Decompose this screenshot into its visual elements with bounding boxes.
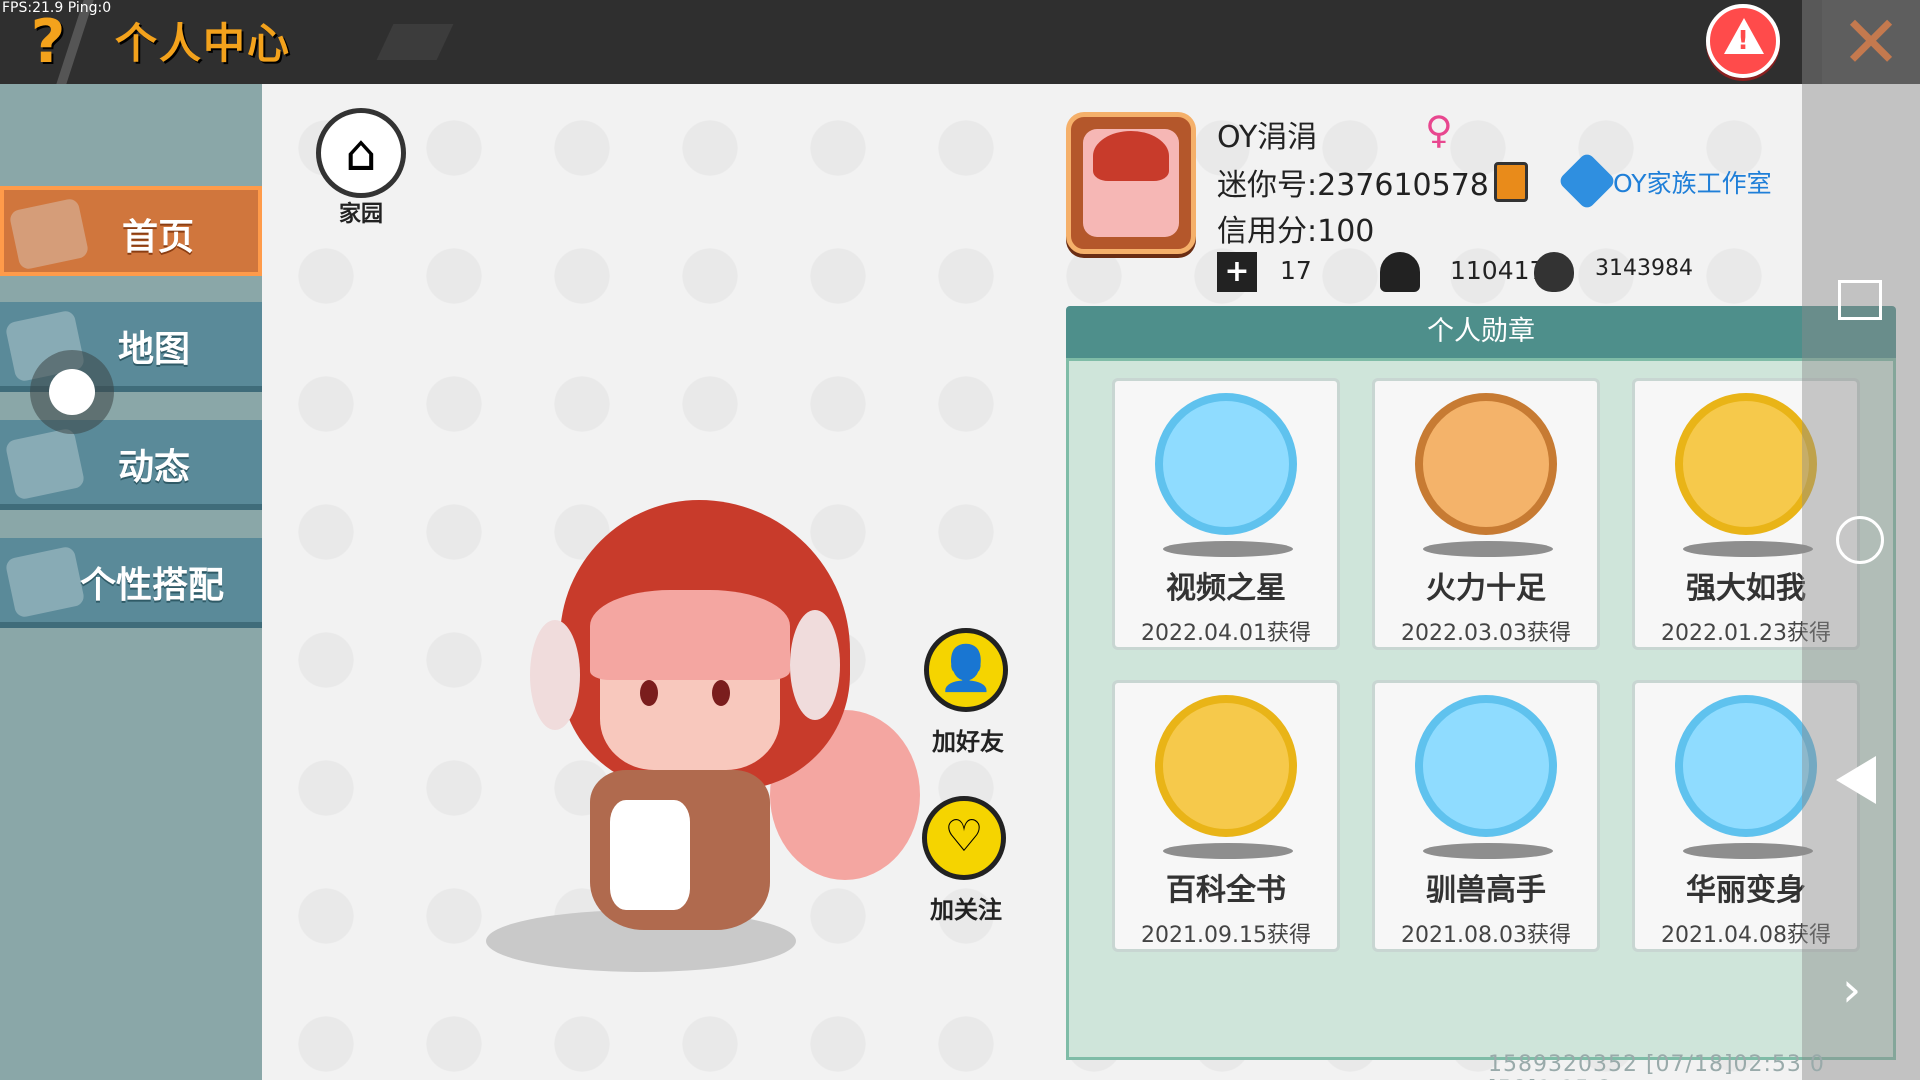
warning-icon: ! — [1737, 26, 1749, 56]
credit-score: 信用分:100 — [1217, 214, 1375, 249]
bell-icon — [4, 427, 86, 501]
add-user-icon: 👤 — [938, 643, 994, 694]
fire-icon — [1534, 252, 1574, 292]
character-hair — [590, 590, 790, 680]
footer-info: 1589320352 [07/18]02:53 0 [58]1.15.2 — [1488, 1052, 1825, 1080]
medal-shadow — [1683, 541, 1813, 557]
character-ear — [530, 620, 580, 730]
character-eye — [712, 680, 730, 706]
recent-apps-icon[interactable] — [1838, 280, 1882, 320]
home-system-icon[interactable] — [1836, 516, 1884, 564]
sidebar-item-label: 个性搭配 — [80, 565, 225, 606]
clan-link[interactable]: OY家族工作室 — [1613, 164, 1772, 200]
medal-date: 2022.03.03获得 — [1401, 621, 1571, 646]
home-icon: ⌂ — [345, 124, 377, 182]
floating-joystick[interactable] — [30, 350, 114, 434]
medal-name: 驯兽高手 — [1426, 873, 1546, 908]
home-button[interactable]: ⌂ — [316, 108, 406, 198]
report-button[interactable]: ! — [1706, 4, 1780, 78]
medal-shadow — [1163, 541, 1293, 557]
sidebar-item-label: 动态 — [118, 447, 191, 488]
avatar-image — [1083, 129, 1179, 237]
medal-shadow — [1163, 843, 1293, 859]
female-icon: ♀ — [1425, 108, 1453, 152]
heart-icon: ♡ — [944, 811, 984, 862]
medal-shadow — [1683, 843, 1813, 859]
medal-shadow — [1423, 541, 1553, 557]
character-eye — [640, 680, 658, 706]
medal-shadow — [1423, 843, 1553, 859]
help-button[interactable]: ? — [18, 6, 78, 78]
add-friend-button[interactable]: 👤 — [924, 628, 1008, 712]
medal-date: 2022.04.01获得 — [1141, 621, 1311, 646]
medal-card[interactable]: 视频之星 2022.04.01获得 — [1112, 378, 1340, 650]
page-title: 个人中心 — [115, 19, 292, 68]
follow-button[interactable]: ♡ — [922, 796, 1006, 880]
fire-count: 3143984 — [1595, 256, 1693, 281]
medal-card[interactable]: 驯兽高手 2021.08.03获得 — [1372, 680, 1600, 952]
trophy-icon — [1380, 252, 1420, 292]
medal-name: 视频之星 — [1166, 571, 1286, 606]
medal-name: 火力十足 — [1426, 571, 1546, 606]
profile-avatar[interactable] — [1066, 112, 1196, 254]
character-apron — [610, 800, 690, 910]
back-icon[interactable] — [1836, 756, 1876, 804]
medal-icon — [1675, 695, 1817, 837]
medal-date: 2021.08.03获得 — [1401, 923, 1571, 948]
medal-icon — [1155, 393, 1297, 535]
character-ear — [790, 610, 840, 720]
outfit-tab-icon — [4, 545, 86, 619]
medal-icon — [1415, 695, 1557, 837]
plus-icon: + — [1217, 252, 1257, 292]
medal-icon — [1155, 695, 1297, 837]
medal-icon — [1675, 393, 1817, 535]
sidebar-item-label: 首页 — [122, 217, 195, 258]
plus-count: 17 — [1280, 256, 1312, 285]
medal-date: 2021.09.15获得 — [1141, 923, 1311, 948]
medal-card[interactable]: 百科全书 2021.09.15获得 — [1112, 680, 1340, 952]
add-friend-label: 加好友 — [932, 728, 1004, 756]
player-name: OY涓涓 — [1217, 120, 1318, 155]
chevron-right-icon[interactable]: › — [1842, 962, 1861, 1018]
sidebar-item-home[interactable]: 首页 — [0, 186, 262, 276]
sidebar-item-outfit[interactable]: 个性搭配 — [0, 538, 262, 628]
decoration — [376, 24, 454, 60]
medals-title: 个人勋章 — [1066, 306, 1896, 358]
copy-id-icon[interactable] — [1494, 162, 1528, 202]
medal-icon — [1415, 393, 1557, 535]
medal-name: 百科全书 — [1166, 873, 1286, 908]
mini-id: 迷你号:237610578 — [1217, 168, 1489, 203]
sidebar-item-feed[interactable]: 动态 — [0, 420, 262, 510]
medal-card[interactable]: 火力十足 2022.03.03获得 — [1372, 378, 1600, 650]
follow-label: 加关注 — [930, 896, 1002, 924]
home-tab-icon — [8, 197, 90, 271]
home-label: 家园 — [338, 202, 383, 227]
sidebar-item-label: 地图 — [118, 329, 191, 370]
